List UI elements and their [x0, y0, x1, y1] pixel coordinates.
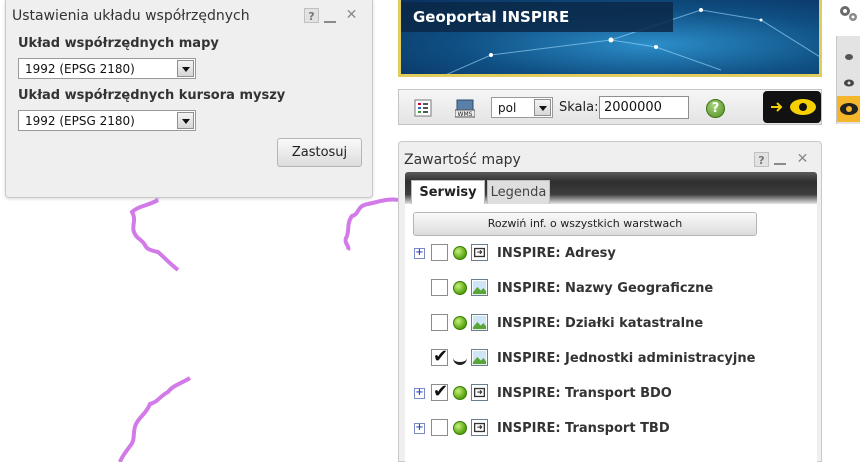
- eye-arrow-icon: [771, 99, 816, 115]
- layer-row: INSPIRE: Działki katastralne: [405, 313, 817, 335]
- boundary-line: [343, 197, 399, 251]
- minimize-button[interactable]: [324, 14, 336, 23]
- image-icon[interactable]: [471, 349, 488, 366]
- banner-title: Geoportal INSPIRE: [401, 2, 673, 32]
- large-eye-button[interactable]: [837, 96, 860, 122]
- toggle-panels-button[interactable]: [763, 91, 821, 123]
- help-icon[interactable]: ?: [706, 99, 725, 118]
- layer-row: INSPIRE: Nazwy Geograficzne: [405, 278, 817, 300]
- wms-icon[interactable]: WMS: [455, 98, 475, 118]
- tab-content: Rozwiń inf. o wszystkich warstwach + INS…: [405, 204, 817, 462]
- expand-plus-icon[interactable]: +: [414, 248, 425, 259]
- medium-eye-button[interactable]: [837, 70, 860, 96]
- language-value: pol: [498, 101, 517, 115]
- language-select[interactable]: pol: [491, 97, 553, 118]
- view-size-strip: [836, 36, 860, 124]
- gear-icon[interactable]: [837, 2, 859, 24]
- expand-all-button[interactable]: Rozwiń inf. o wszystkich warstwach: [413, 212, 757, 236]
- status-ok-icon: [453, 281, 467, 295]
- layer-checkbox[interactable]: ✔: [431, 381, 449, 402]
- cursor-crs-label: Układ współrzędnych kursora myszy: [18, 88, 286, 103]
- tab-bar: Serwisy Legenda: [405, 172, 817, 204]
- layer-name: INSPIRE: Jednostki administracyjne: [497, 351, 756, 366]
- map-crs-value: 1992 (EPSG 2180): [25, 62, 135, 76]
- layer-name: INSPIRE: Transport BDO: [497, 386, 672, 401]
- close-icon[interactable]: ✕: [795, 152, 810, 167]
- check-icon: ✔: [433, 381, 449, 402]
- boundary-line: [118, 376, 192, 462]
- chevron-down-icon[interactable]: [177, 112, 194, 129]
- image-icon[interactable]: [471, 314, 488, 331]
- small-eye-button[interactable]: [837, 44, 860, 70]
- scale-input[interactable]: [599, 96, 689, 119]
- expand-plus-icon[interactable]: +: [414, 423, 425, 434]
- tab-legenda[interactable]: Legenda: [487, 180, 550, 204]
- layer-name: INSPIRE: Transport TBD: [497, 421, 670, 436]
- layer-name: INSPIRE: Działki katastralne: [497, 316, 704, 331]
- header-banner: Geoportal INSPIRE: [398, 0, 822, 77]
- legend-list-icon[interactable]: [413, 98, 433, 118]
- expand-plus-icon[interactable]: +: [414, 388, 425, 399]
- map-content-panel: Zawartość mapy ? ✕ Serwisy Legenda Rozwi…: [398, 141, 822, 462]
- minimize-button[interactable]: [774, 156, 786, 165]
- panel-title: Ustawienia układu współrzędnych: [12, 8, 250, 24]
- cursor-crs-value: 1992 (EPSG 2180): [25, 114, 135, 128]
- svg-text:WMS: WMS: [458, 111, 473, 118]
- layer-checkbox[interactable]: [431, 419, 448, 436]
- boundary-line: [129, 198, 180, 272]
- service-icon[interactable]: [471, 419, 488, 436]
- chevron-down-icon[interactable]: [177, 60, 194, 77]
- coordinate-settings-panel: Ustawienia układu współrzędnych ? ✕ Ukła…: [5, 0, 373, 198]
- service-icon[interactable]: [471, 384, 488, 401]
- layer-name: INSPIRE: Nazwy Geograficzne: [497, 281, 714, 296]
- map-crs-select[interactable]: 1992 (EPSG 2180): [18, 58, 196, 79]
- layer-checkbox[interactable]: ✔: [431, 346, 449, 367]
- layer-row: ✔ INSPIRE: Jednostki administracyjne: [405, 346, 817, 370]
- help-button[interactable]: ?: [754, 152, 769, 167]
- status-ok-icon: [453, 386, 467, 400]
- status-ok-icon: [453, 246, 467, 260]
- status-ok-icon: [453, 421, 467, 435]
- close-icon[interactable]: ✕: [344, 8, 359, 23]
- service-icon[interactable]: [471, 244, 488, 261]
- loading-icon: [453, 358, 467, 365]
- layer-row: + ✔ INSPIRE: Transport BDO: [405, 381, 817, 405]
- layer-row: + INSPIRE: Transport TBD: [405, 418, 817, 440]
- help-button[interactable]: ?: [304, 8, 319, 23]
- check-icon: ✔: [433, 346, 449, 367]
- scale-label: Skala:: [559, 100, 599, 115]
- cursor-crs-select[interactable]: 1992 (EPSG 2180): [18, 110, 196, 131]
- status-ok-icon: [453, 316, 467, 330]
- chevron-down-icon[interactable]: [534, 99, 551, 116]
- toolbar: WMS pol Skala: ?: [398, 89, 822, 125]
- layer-checkbox[interactable]: [431, 279, 448, 296]
- panel-title: Zawartość mapy: [404, 152, 521, 168]
- tab-serwisy[interactable]: Serwisy: [411, 180, 485, 204]
- image-icon[interactable]: [471, 279, 488, 296]
- layer-checkbox[interactable]: [431, 314, 448, 331]
- map-crs-label: Układ współrzędnych mapy: [18, 36, 219, 51]
- layer-row: + INSPIRE: Adresy: [405, 243, 817, 265]
- layer-name: INSPIRE: Adresy: [497, 246, 616, 261]
- layer-checkbox[interactable]: [431, 244, 448, 261]
- apply-button[interactable]: Zastosuj: [277, 138, 362, 167]
